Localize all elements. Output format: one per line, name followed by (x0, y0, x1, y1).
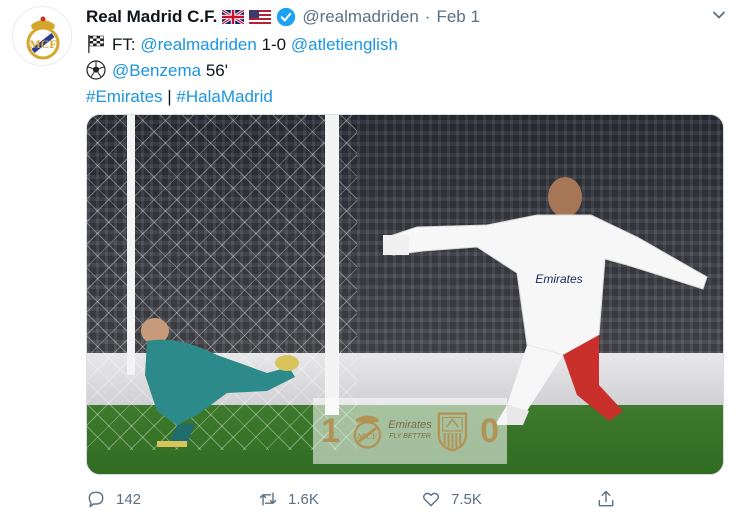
tweet-header: Real Madrid C.F. @realmadriden · Feb 1 (86, 6, 480, 28)
tweet-line-score: FT: @realmadriden 1-0 @atletienglish (86, 31, 398, 57)
us-flag-icon (249, 10, 272, 24)
hashtag-separator: | (167, 86, 172, 106)
heart-icon (423, 492, 439, 507)
sponsor-tagline: FLY BETTER (389, 433, 431, 440)
goal-post (325, 115, 339, 415)
retweet-button[interactable]: 1.6K (258, 489, 319, 509)
retweet-icon (259, 492, 277, 506)
chevron-down-icon[interactable] (710, 6, 728, 24)
tweet-line-goal: @Benzema 56' (86, 57, 398, 83)
atletico-crest-icon (437, 412, 468, 452)
chequered-flag-icon (88, 35, 104, 53)
avatar[interactable]: MCF (12, 6, 72, 66)
tweet-text: FT: @realmadriden 1-0 @atletienglish @Be… (86, 31, 398, 109)
hashtag-emirates[interactable]: #Emirates (86, 84, 163, 109)
real-madrid-crest-icon: MCF (14, 8, 71, 65)
verified-badge-icon (277, 7, 296, 27)
like-count: 7.5K (451, 490, 482, 508)
share-button[interactable] (596, 489, 626, 509)
author-name[interactable]: Real Madrid C.F. (86, 7, 217, 27)
tweet[interactable]: MCF Real Madrid C.F. @realmadriden · Feb… (0, 0, 742, 517)
svg-text:MCF: MCF (357, 431, 377, 441)
mention-realmadriden[interactable]: @realmadriden (140, 32, 256, 57)
tweet-line-hashtags: #Emirates | #HalaMadrid (86, 83, 398, 109)
score-overlay: 1 MCF Emirates FLY BETTER 0 (313, 398, 507, 464)
reply-count: 142 (116, 490, 142, 508)
like-button[interactable]: 7.5K (421, 489, 482, 509)
hashtag-halamadrid[interactable]: #HalaMadrid (176, 84, 272, 109)
share-icon (598, 490, 614, 507)
match-score: 1-0 (261, 34, 287, 54)
separator-dot: · (424, 7, 431, 26)
shirt-sponsor: Emirates (535, 272, 582, 286)
home-score: 1 (321, 411, 340, 450)
soccer-ball-icon (86, 60, 106, 80)
author-handle[interactable]: @realmadriden (302, 7, 418, 27)
goal-minute: 56' (205, 60, 228, 80)
reply-button[interactable]: 142 (86, 489, 141, 509)
mention-atletienglish[interactable]: @atletienglish (291, 32, 398, 57)
goalkeeper-figure (141, 318, 299, 447)
reply-icon (88, 491, 104, 508)
final-time-label: FT: (112, 34, 136, 54)
real-madrid-crest-icon: MCF (353, 415, 382, 449)
tweet-media-image[interactable]: Emirates 1 MCF Emirates FLY BETTER 0 (86, 114, 724, 475)
tweet-timestamp[interactable]: Feb 1 (436, 7, 479, 27)
sponsor-logo: Emirates FLY BETTER (387, 420, 434, 442)
retweet-count: 1.6K (288, 490, 319, 508)
sponsor-name: Emirates (388, 419, 432, 431)
uk-flag-icon (222, 10, 245, 24)
svg-text:MCF: MCF (29, 37, 56, 51)
away-score: 0 (480, 411, 499, 450)
mention-benzema[interactable]: @Benzema (112, 58, 201, 83)
tweet-actions: 142 1.6K 7.5K (86, 486, 646, 512)
